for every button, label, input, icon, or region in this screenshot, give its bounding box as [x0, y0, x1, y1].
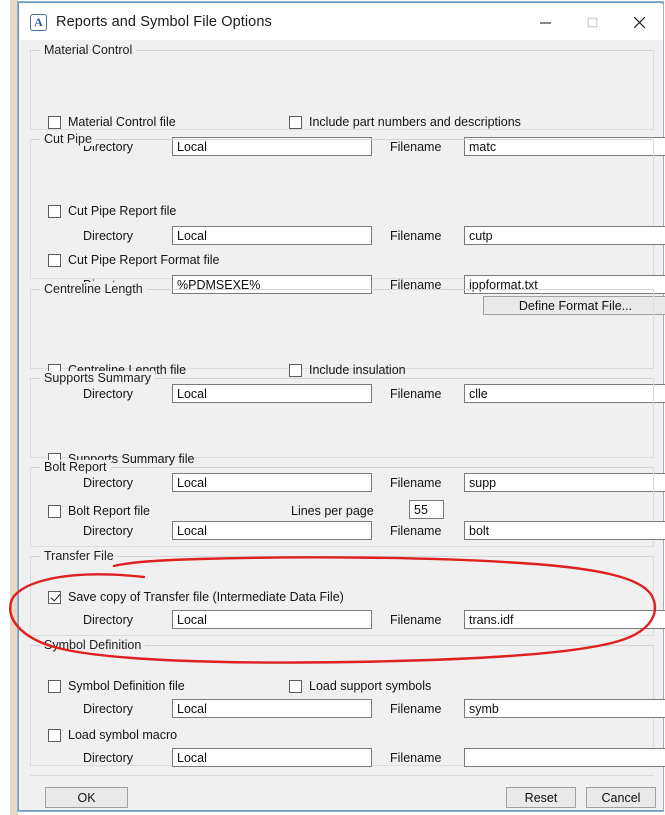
checkbox-box[interactable] — [289, 116, 302, 129]
directory-label: Directory — [83, 524, 133, 538]
checkbox-label: Load support symbols — [309, 679, 431, 693]
filename-input-symbol-macro[interactable] — [464, 748, 665, 767]
reports-and-symbol-file-options-dialog: A Reports and Symbol File Options Materi… — [18, 2, 663, 811]
dialog-body: Material Control Material Control file I… — [20, 40, 663, 810]
desktop-background-strip — [0, 0, 18, 815]
checkbox-box[interactable] — [48, 505, 61, 518]
autocad-a-icon: A — [30, 14, 47, 31]
directory-label: Directory — [83, 613, 133, 627]
checkbox-box[interactable] — [48, 205, 61, 218]
group-supports-summary: Supports Summary — [30, 378, 654, 458]
checkbox-box[interactable] — [48, 729, 61, 742]
filename-input-bolt[interactable]: bolt — [464, 521, 665, 540]
directory-label: Directory — [83, 702, 133, 716]
cancel-button[interactable]: Cancel — [586, 787, 656, 808]
filename-label: Filename — [390, 613, 441, 627]
checkbox-box[interactable] — [289, 680, 302, 693]
filename-input-transfer[interactable]: trans.idf — [464, 610, 665, 629]
group-title-supports-summary: Supports Summary — [40, 371, 155, 385]
directory-label: Directory — [83, 751, 133, 765]
close-icon[interactable] — [616, 4, 663, 40]
group-title-cut-pipe: Cut Pipe — [40, 132, 96, 146]
checkbox-label: Load symbol macro — [68, 728, 177, 742]
checkbox-save-copy-of-transfer-file[interactable]: Save copy of Transfer file (Intermediate… — [48, 590, 344, 604]
group-title-material-control: Material Control — [40, 43, 136, 57]
checkbox-label: Cut Pipe Report Format file — [68, 253, 219, 267]
group-title-transfer-file: Transfer File — [40, 549, 118, 563]
reset-button[interactable]: Reset — [506, 787, 576, 808]
checkbox-include-part-numbers[interactable]: Include part numbers and descriptions — [289, 115, 521, 129]
window-controls — [522, 4, 663, 40]
checkbox-label: Include insulation — [309, 363, 406, 377]
filename-label: Filename — [390, 524, 441, 538]
group-title-centreline-length: Centreline Length — [40, 282, 147, 296]
filename-input-symbol[interactable]: symb — [464, 699, 665, 718]
checkbox-label: Include part numbers and descriptions — [309, 115, 521, 129]
checkbox-load-support-symbols[interactable]: Load support symbols — [289, 679, 431, 693]
checkbox-bolt-report-file[interactable]: Bolt Report file — [48, 504, 150, 518]
directory-input-bolt[interactable]: Local — [172, 521, 372, 540]
checkbox-include-insulation[interactable]: Include insulation — [289, 363, 406, 377]
maximize-icon[interactable] — [569, 4, 616, 40]
checkbox-label: Material Control file — [68, 115, 176, 129]
directory-input-transfer[interactable]: Local — [172, 610, 372, 629]
minimize-icon[interactable] — [522, 4, 569, 40]
directory-label: Directory — [83, 229, 133, 243]
checkbox-material-control-file[interactable]: Material Control file — [48, 115, 176, 129]
background-tan-band — [10, 0, 18, 815]
checkbox-symbol-definition-file[interactable]: Symbol Definition file — [48, 679, 185, 693]
lines-per-page-label: Lines per page — [291, 504, 374, 518]
checkbox-label: Symbol Definition file — [68, 679, 185, 693]
checkbox-label: Save copy of Transfer file (Intermediate… — [68, 590, 344, 604]
directory-input-cut-pipe[interactable]: Local — [172, 226, 372, 245]
filename-input-cut-pipe[interactable]: cutp — [464, 226, 665, 245]
footer-divider — [30, 775, 654, 776]
group-title-symbol-definition: Symbol Definition — [40, 638, 145, 652]
checkbox-box[interactable] — [289, 364, 302, 377]
checkbox-box[interactable] — [48, 680, 61, 693]
checkbox-label: Cut Pipe Report file — [68, 204, 176, 218]
group-centreline-length: Centreline Length — [30, 289, 654, 369]
ok-button[interactable]: OK — [45, 787, 128, 808]
directory-input-symbol-macro[interactable]: Local — [172, 748, 372, 767]
filename-label: Filename — [390, 751, 441, 765]
lines-per-page-input[interactable]: 55 — [409, 500, 444, 519]
checkbox-cut-pipe-report-file[interactable]: Cut Pipe Report file — [48, 204, 176, 218]
checkbox-label: Bolt Report file — [68, 504, 150, 518]
checkbox-cut-pipe-report-format-file[interactable]: Cut Pipe Report Format file — [48, 253, 219, 267]
filename-label: Filename — [390, 702, 441, 716]
checkbox-load-symbol-macro[interactable]: Load symbol macro — [48, 728, 177, 742]
checkbox-box[interactable] — [48, 116, 61, 129]
group-title-bolt-report: Bolt Report — [40, 460, 111, 474]
title-bar: A Reports and Symbol File Options — [20, 4, 663, 40]
background-left — [0, 0, 10, 815]
filename-label: Filename — [390, 229, 441, 243]
checkbox-box[interactable] — [48, 254, 61, 267]
checkbox-box[interactable] — [48, 591, 61, 604]
directory-input-symbol[interactable]: Local — [172, 699, 372, 718]
window-title: Reports and Symbol File Options — [56, 14, 272, 30]
